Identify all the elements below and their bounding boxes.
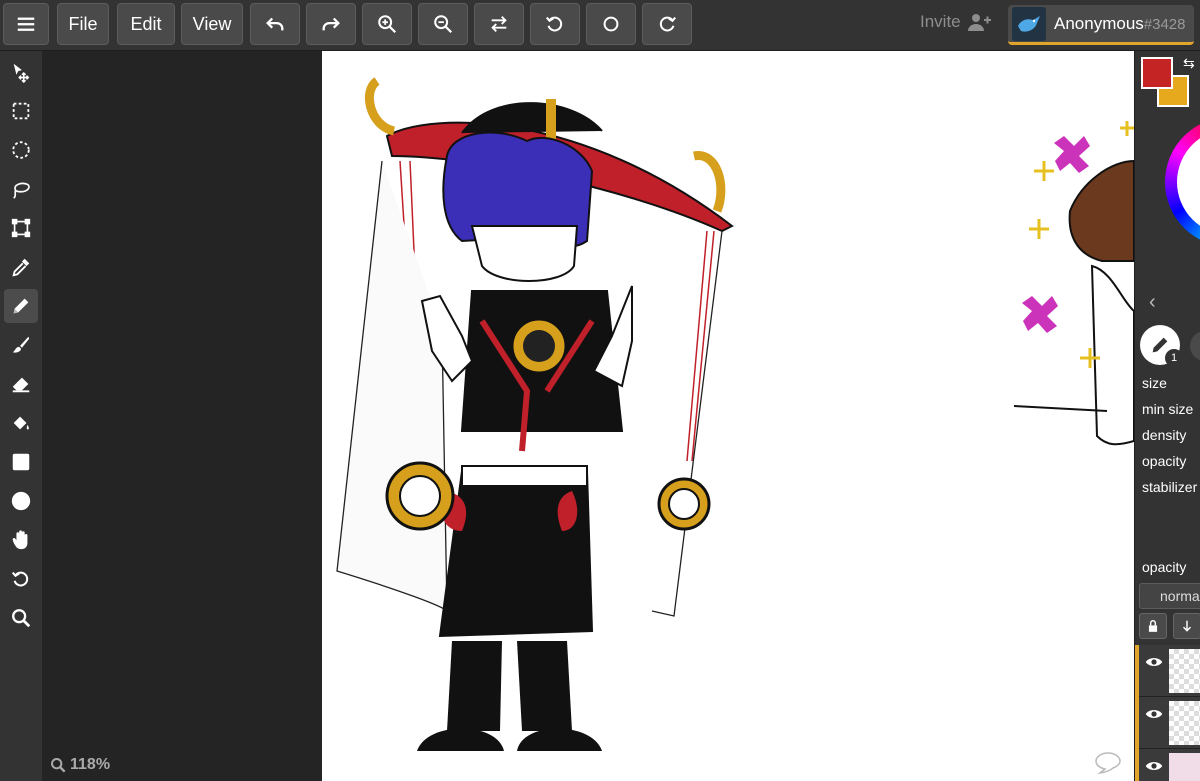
zoom-out-button[interactable]	[418, 3, 468, 45]
hand-tool[interactable]	[4, 523, 38, 557]
eyedropper-icon	[12, 258, 30, 277]
circle-icon	[603, 16, 619, 32]
view-menu-button[interactable]: View	[181, 3, 243, 45]
ellipse-tool[interactable]	[4, 484, 38, 518]
chat-bubble-icon	[1095, 752, 1121, 775]
magnifier-icon	[12, 609, 31, 628]
brush-stabilizer-label: stabilizer	[1142, 479, 1198, 495]
eraser-tool[interactable]	[4, 367, 38, 401]
brush-opacity-label: opacity	[1142, 453, 1187, 469]
rotate-tool[interactable]	[4, 562, 38, 596]
pen-tool[interactable]	[4, 289, 38, 323]
user-name-text: Anonymous	[1054, 13, 1144, 33]
magnifier-icon	[51, 758, 66, 773]
brush-options-button[interactable]	[1190, 331, 1200, 361]
redo-icon	[322, 17, 340, 31]
lock-icon	[1148, 620, 1158, 632]
pencil-icon	[13, 298, 29, 314]
zoom-in-icon	[378, 15, 397, 34]
eye-icon[interactable]	[1145, 707, 1163, 721]
move-tool[interactable]	[4, 55, 38, 89]
right-panel: ⇆ ‹ 1 size min size density opacity stab…	[1134, 51, 1200, 781]
rectangle-tool[interactable]	[4, 445, 38, 479]
lasso-icon	[13, 182, 30, 199]
lasso-tool[interactable]	[4, 172, 38, 206]
brush-badge: 1	[1165, 349, 1183, 367]
hand-icon	[12, 530, 28, 550]
zoom-indicator[interactable]: 118%	[50, 756, 110, 774]
zoom-out-icon	[434, 15, 453, 34]
rotate-icon	[11, 571, 29, 587]
zoom-in-button[interactable]	[362, 3, 412, 45]
brush-icon	[12, 336, 30, 353]
arrow-down-icon	[1182, 620, 1192, 632]
transform-icon	[11, 218, 31, 238]
move-arrow-icon	[13, 63, 30, 83]
eyedropper-tool[interactable]	[4, 250, 38, 284]
brush-min-size-label: min size	[1142, 401, 1194, 417]
square-icon	[12, 453, 30, 471]
hamburger-icon	[17, 17, 35, 31]
add-user-icon	[967, 14, 991, 31]
undo-icon	[266, 17, 284, 31]
fill-tool[interactable]	[4, 406, 38, 440]
paint-bucket-icon	[13, 416, 29, 430]
primary-color-swatch[interactable]	[1141, 57, 1173, 89]
lock-layer-button[interactable]	[1139, 613, 1167, 639]
top-toolbar: File Edit View Invite Anonymous#3428	[0, 0, 1200, 51]
rotate-right-icon	[659, 16, 677, 32]
swap-colors-icon[interactable]: ⇆	[1183, 55, 1195, 72]
menu-button[interactable]	[3, 3, 49, 45]
ellipse-select-icon	[12, 141, 30, 159]
blend-mode-select[interactable]: normal	[1139, 583, 1200, 609]
layer-thumbnail	[1169, 753, 1200, 781]
edit-menu-button[interactable]: Edit	[117, 3, 175, 45]
layer-item[interactable]	[1139, 749, 1200, 781]
avatar	[1012, 6, 1046, 41]
circle-fill-icon	[11, 491, 31, 511]
layer-thumbnail	[1169, 649, 1200, 693]
flip-button[interactable]	[474, 3, 524, 45]
rect-select-icon	[12, 102, 30, 120]
ellipse-select-tool[interactable]	[4, 133, 38, 167]
redo-button[interactable]	[306, 3, 356, 45]
undo-button[interactable]	[250, 3, 300, 45]
rotate-left-button[interactable]	[530, 3, 580, 45]
file-menu-button[interactable]: File	[57, 3, 109, 45]
layer-thumbnail	[1169, 701, 1200, 745]
zoom-tool[interactable]	[4, 601, 38, 635]
reset-rotation-button[interactable]	[586, 3, 636, 45]
zoom-value: 118%	[70, 756, 111, 773]
brush-density-label: density	[1142, 427, 1187, 443]
swap-arrows-icon	[491, 16, 507, 32]
bird-icon	[1018, 15, 1040, 32]
user-name: Anonymous#3428	[1054, 14, 1186, 34]
drawing-canvas[interactable]	[322, 51, 1134, 781]
chat-button[interactable]	[1094, 750, 1122, 779]
merge-down-button[interactable]	[1173, 613, 1200, 639]
eye-icon[interactable]	[1145, 759, 1163, 773]
user-account-button[interactable]: Anonymous#3428	[1008, 5, 1194, 45]
brush-size-label: size	[1142, 375, 1167, 391]
invite-button[interactable]: Invite	[920, 12, 991, 32]
layer-item[interactable]	[1139, 645, 1200, 697]
eraser-icon	[12, 377, 30, 393]
brush-tool[interactable]	[4, 328, 38, 362]
user-tag: #3428	[1143, 15, 1186, 33]
layer-opacity-label: opacity	[1142, 559, 1187, 575]
rect-select-tool[interactable]	[4, 94, 38, 128]
invite-label: Invite	[920, 12, 961, 31]
rotate-right-button[interactable]	[642, 3, 692, 45]
transform-tool[interactable]	[4, 211, 38, 245]
rotate-left-icon	[545, 16, 563, 32]
artwork	[336, 77, 1134, 751]
layer-item[interactable]	[1139, 697, 1200, 749]
chevron-left-icon[interactable]: ‹	[1149, 291, 1156, 314]
eye-icon[interactable]	[1145, 655, 1163, 669]
tool-sidebar	[0, 51, 42, 781]
